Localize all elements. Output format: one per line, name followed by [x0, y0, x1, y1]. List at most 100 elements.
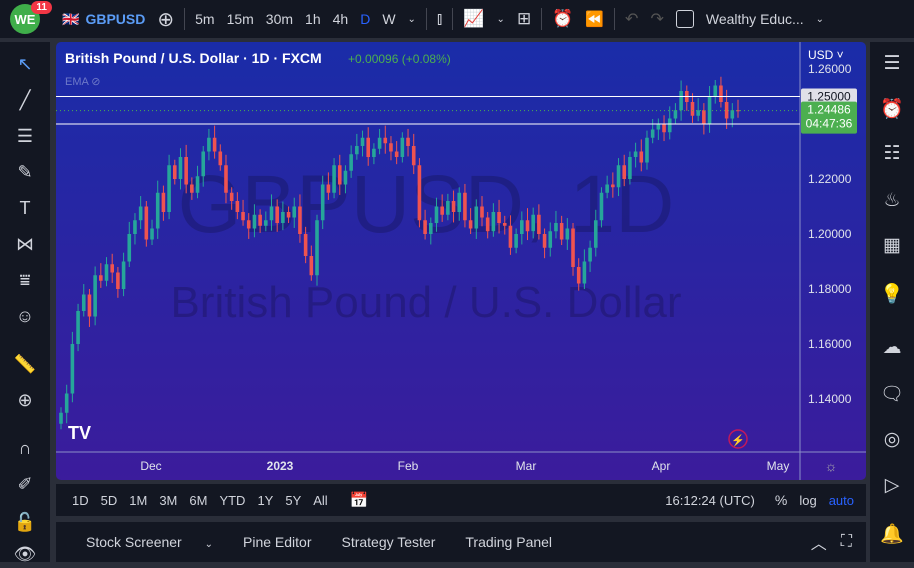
settings-gear-icon[interactable]: ☼ [825, 458, 838, 474]
interval-15m[interactable]: 15m [221, 11, 260, 27]
interval-4h[interactable]: 4h [327, 11, 355, 27]
svg-text:04:47:36: 04:47:36 [806, 117, 853, 131]
emoji-icon[interactable]: ☺ [13, 306, 37, 330]
top-toolbar: WE 11 🇬🇧 GBPUSD ⊕ 5m 15m 30m 1h 4h D W ⌄ … [0, 0, 914, 38]
chat-icon[interactable]: 🗨 [878, 382, 906, 410]
maximize-icon[interactable]: ⛶ [837, 533, 866, 551]
collapse-panel-icon[interactable]: ︿ [801, 530, 837, 554]
interval-d[interactable]: D [354, 11, 376, 27]
chevron-down-icon[interactable]: ⌄ [810, 14, 830, 25]
flag-icon: 🇬🇧 [62, 10, 80, 27]
user-avatar[interactable]: WE 11 [10, 1, 52, 34]
object-tree-icon[interactable]: ☷ [878, 142, 906, 170]
hotlists-flame-icon[interactable]: ♨ [878, 189, 906, 217]
price-tick: 1.26000 [808, 62, 852, 76]
lock-draw-icon[interactable]: ✐ [13, 474, 37, 498]
cursor-icon[interactable]: ↖ [13, 54, 37, 78]
chart-pane[interactable]: GBPUSD, 1D British Pound / U.S. Dollar 1… [56, 42, 866, 480]
log-toggle[interactable]: log [793, 493, 822, 508]
play-icon[interactable]: ▷ [878, 474, 906, 502]
range-ytd[interactable]: YTD [213, 493, 251, 508]
indicators-icon[interactable]: 📈 [457, 9, 490, 29]
percent-toggle[interactable]: % [769, 492, 793, 508]
time-tick: Dec [140, 459, 161, 473]
range-1m[interactable]: 1M [123, 493, 153, 508]
price-chart[interactable]: GBPUSD, 1D British Pound / U.S. Dollar 1… [56, 42, 866, 480]
stream-icon[interactable]: ◎ [878, 428, 906, 456]
chevron-down-icon[interactable]: ⌄ [491, 14, 511, 25]
interval-1h[interactable]: 1h [299, 11, 327, 27]
candle [417, 158, 422, 228]
ruler-icon[interactable]: 📏 [13, 354, 37, 378]
time-tick: May [767, 459, 790, 473]
tab-pine-editor[interactable]: Pine Editor [228, 534, 326, 550]
legend-change: +0.00096 (+0.08%) [348, 52, 451, 66]
svg-text:1.25000: 1.25000 [807, 90, 851, 104]
eye-icon[interactable]: 👁 [13, 544, 37, 568]
tab-trading-panel[interactable]: Trading Panel [450, 534, 567, 550]
eye-hidden-icon[interactable]: ⊘ [91, 76, 100, 88]
replay-icon[interactable]: ⏪ [579, 10, 610, 28]
alerts-clock-icon[interactable]: ⏰ [878, 97, 906, 125]
lock-icon[interactable]: 🔓 [13, 512, 37, 536]
range-5y[interactable]: 5Y [279, 493, 307, 508]
price-tick: 1.22000 [808, 172, 852, 186]
chevron-down-icon[interactable]: ⌄ [402, 14, 422, 25]
layout-name[interactable]: Wealthy Educ... [700, 11, 810, 27]
price-tick: 1.16000 [808, 337, 852, 351]
magnet-icon[interactable]: ∩ [13, 438, 37, 462]
undo-icon[interactable]: ↶ [619, 9, 644, 29]
fib-icon[interactable]: ☰ [13, 126, 37, 150]
compare-plus-icon[interactable]: ⊕ [151, 7, 180, 32]
chevron-down-icon[interactable]: ⌄ [201, 539, 213, 550]
watermark-name: British Pound / U.S. Dollar [170, 278, 681, 327]
brush-icon[interactable]: ✎ [13, 162, 37, 186]
indicator-ema[interactable]: EMA ⊘ [65, 75, 101, 88]
range-3m[interactable]: 3M [153, 493, 183, 508]
time-tick: 2023 [267, 459, 294, 473]
clock[interactable]: 16:12:24 (UTC) [659, 493, 761, 508]
lightning-glyph: ⚡ [731, 434, 745, 447]
time-tick: Mar [516, 459, 537, 473]
price-tick: 1.20000 [808, 227, 852, 241]
alert-clock-icon[interactable]: ⏰ [546, 9, 579, 29]
ideas-bulb-icon[interactable]: 💡 [878, 282, 906, 310]
divider [452, 8, 454, 30]
interval-30m[interactable]: 30m [260, 11, 299, 27]
templates-grid-icon[interactable]: ⊞ [511, 9, 537, 29]
notification-badge: 11 [31, 1, 52, 14]
range-1d[interactable]: 1D [66, 493, 95, 508]
tab-stock-screener[interactable]: Stock Screener ⌄ [56, 534, 228, 550]
notifications-bell-icon[interactable]: 🔔 [878, 522, 906, 550]
divider [425, 8, 427, 30]
calendar-icon[interactable]: ▦ [878, 234, 906, 262]
range-5d[interactable]: 5D [95, 493, 124, 508]
candles-icon[interactable]: ⫾ [431, 9, 448, 29]
range-all[interactable]: All [307, 493, 333, 508]
date-range-icon[interactable]: 📅 [344, 491, 375, 509]
text-icon[interactable]: T [13, 198, 37, 222]
tab-strategy-tester[interactable]: Strategy Tester [326, 534, 450, 550]
auto-toggle[interactable]: auto [823, 493, 860, 508]
redo-icon[interactable]: ↷ [644, 9, 669, 29]
prediction-icon[interactable]: ⩸ [13, 270, 37, 294]
tradingview-logo[interactable]: TV [68, 423, 91, 443]
range-6m[interactable]: 6M [183, 493, 213, 508]
symbol-search[interactable]: GBPUSD [79, 11, 151, 27]
interval-5m[interactable]: 5m [189, 11, 220, 27]
legend-title[interactable]: British Pound / U.S. Dollar · 1D · FXCM [65, 50, 322, 66]
interval-w[interactable]: W [376, 11, 401, 27]
layout-checkbox-icon[interactable] [670, 10, 700, 29]
zoom-icon[interactable]: ⊕ [13, 390, 37, 414]
divider [184, 8, 186, 30]
watchlist-icon[interactable]: ☰ [878, 52, 906, 80]
divider [614, 8, 616, 30]
chart-background [56, 42, 866, 480]
svg-text:1.24486: 1.24486 [807, 103, 851, 117]
pattern-icon[interactable]: ⋈ [13, 234, 37, 258]
divider [541, 8, 543, 30]
trend-line-icon[interactable]: ╱ [13, 90, 37, 114]
range-1y[interactable]: 1Y [251, 493, 279, 508]
currency-selector[interactable]: USD ˅ [808, 48, 844, 62]
chat-cloud-icon[interactable]: ☁ [878, 336, 906, 364]
